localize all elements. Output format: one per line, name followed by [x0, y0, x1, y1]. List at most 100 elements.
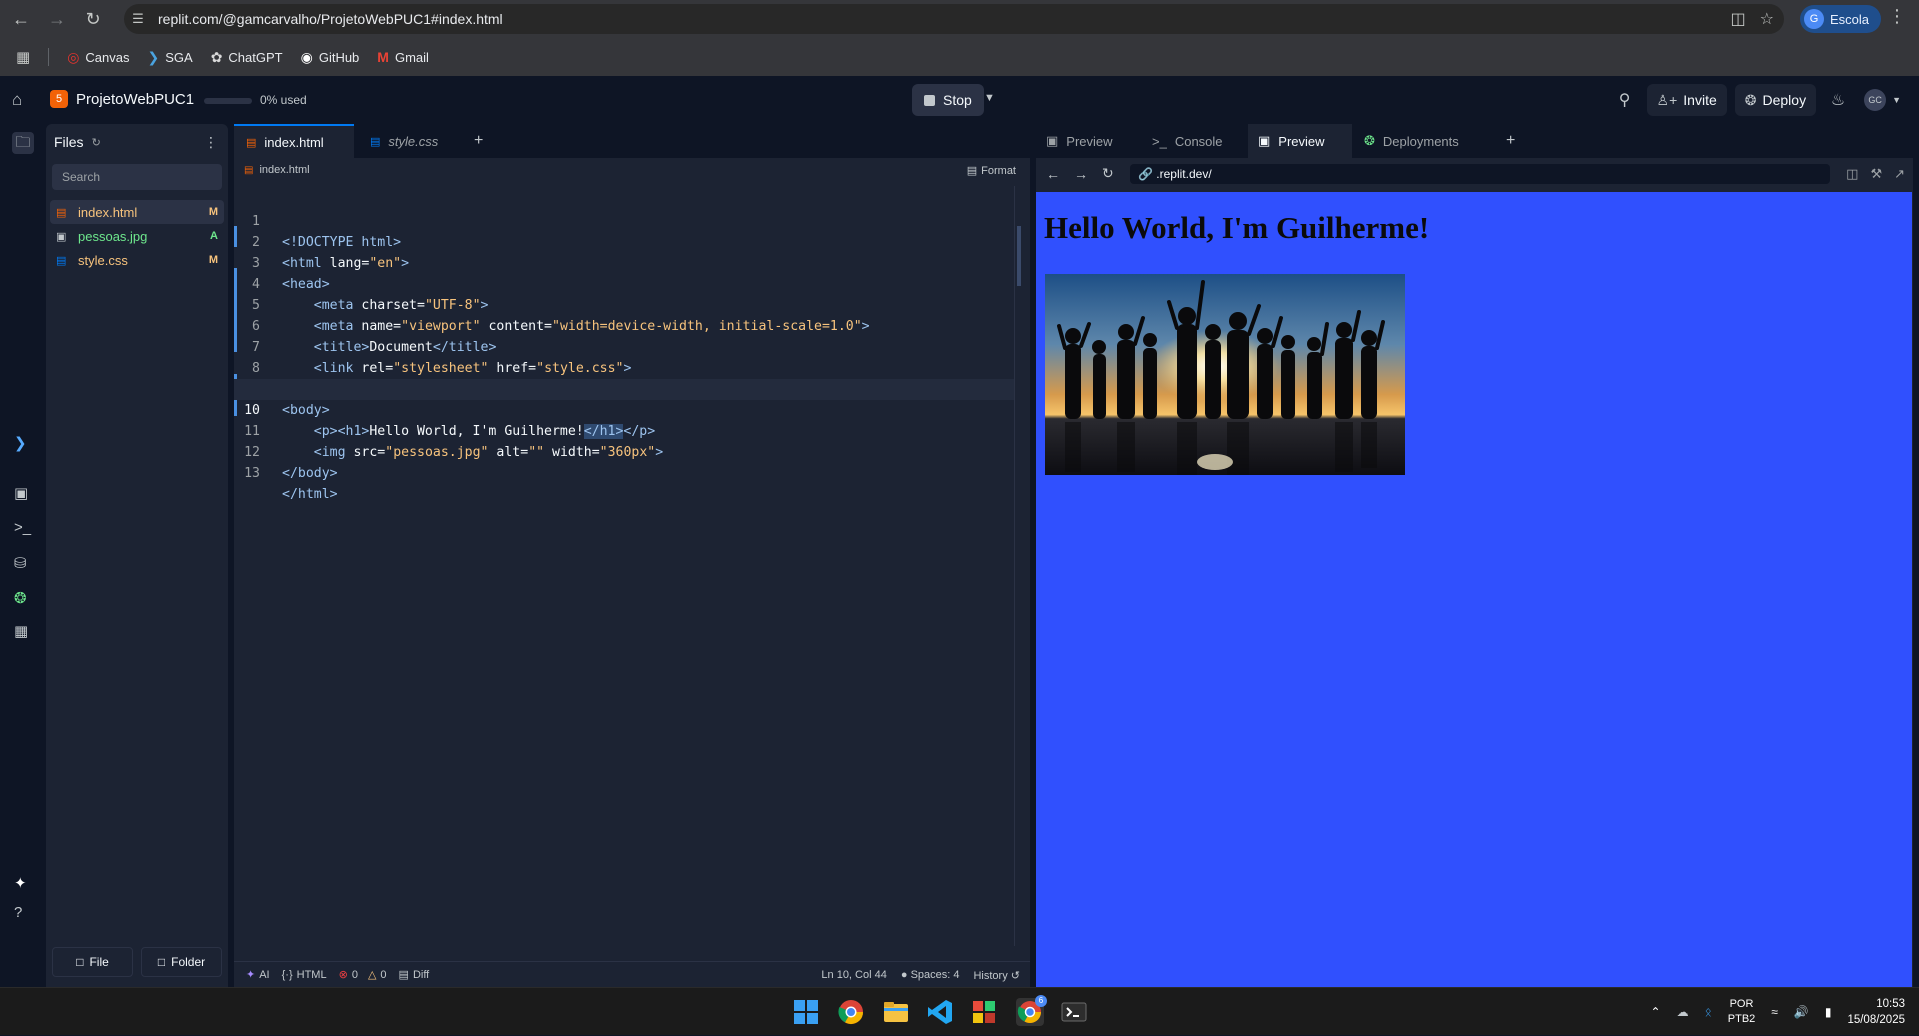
preview-viewport[interactable]: Hello World, I'm Guilherme!	[1036, 192, 1912, 987]
devices-icon[interactable]: ◫	[1846, 166, 1858, 182]
user-menu[interactable]: GC ▼	[1860, 84, 1905, 116]
history-button[interactable]: History ↺	[973, 969, 1020, 982]
bookmark-github[interactable]: ◉ GitHub	[301, 49, 360, 66]
new-file-button[interactable]: □ File	[52, 947, 133, 977]
monitor-icon: ▣	[1046, 133, 1059, 148]
people-silhouette-image	[1045, 274, 1405, 475]
bookmark-gmail[interactable]: M Gmail	[377, 49, 429, 65]
deployments-icon[interactable]: ❂	[14, 589, 27, 607]
app-grid-icon[interactable]	[970, 998, 998, 1026]
file-item-pessoas-jpg[interactable]: ▣ pessoas.jpg A	[50, 224, 224, 248]
ai-status[interactable]: ✦ AI	[246, 968, 270, 982]
cursor-position[interactable]: Ln 10, Col 44	[821, 969, 886, 981]
home-icon[interactable]: ⌂	[12, 90, 22, 110]
browser-chrome: ← → ↻ ☰ replit.com/@gamcarvalho/ProjetoW…	[0, 0, 1919, 76]
back-icon[interactable]: ←	[1046, 166, 1060, 182]
git-icon[interactable]: ❯	[14, 434, 27, 452]
tab-deployments[interactable]: ❂ Deployments	[1354, 124, 1494, 158]
status-right: Ln 10, Col 44 ● Spaces: 4 History ↺	[821, 962, 1020, 988]
chrome-icon[interactable]	[837, 998, 865, 1026]
chevron-down-icon[interactable]: ▼	[984, 92, 995, 104]
bookmark-sga[interactable]: ❯ SGA	[147, 49, 192, 66]
files-search-input[interactable]: Search	[52, 164, 222, 190]
devtools-icon[interactable]: ⚒	[1870, 166, 1882, 182]
bell-icon[interactable]: ♨	[1824, 90, 1852, 110]
database-icon[interactable]: ⛁	[14, 554, 27, 572]
chrome-profile-icon[interactable]: 6	[1016, 995, 1047, 1026]
code-editor[interactable]: 1 <!DOCTYPE html> 2 <html lang="en"> 3 <…	[234, 186, 1016, 946]
stop-icon	[924, 94, 935, 106]
tab-index-html[interactable]: ▤ index.html	[234, 124, 354, 158]
windows-start-icon[interactable]	[792, 998, 820, 1026]
battery-icon[interactable]: ▮	[1825, 1005, 1832, 1019]
format-button[interactable]: ▤ Format	[967, 164, 1016, 178]
help-icon[interactable]: ?	[14, 904, 22, 921]
preview-url-input[interactable]: 🔗 .replit.dev/	[1130, 164, 1830, 184]
html-file-icon: ▤	[244, 164, 254, 176]
search-icon[interactable]: ⚲	[1611, 90, 1639, 110]
code-line: 12 </body>	[244, 445, 338, 481]
new-tab-button[interactable]: +	[1496, 124, 1525, 158]
scrollbar[interactable]	[1014, 186, 1024, 946]
bookmark-star-icon[interactable]: ☆	[1760, 9, 1774, 29]
reload-icon[interactable]: ↻	[1102, 165, 1114, 182]
scrollbar-thumb[interactable]	[1017, 226, 1021, 286]
chevron-down-icon: ▼	[1892, 95, 1901, 105]
chrome-badge: 6	[1035, 995, 1047, 1007]
install-app-icon[interactable]: ◫	[1731, 9, 1746, 29]
forward-icon[interactable]: →	[42, 4, 72, 34]
header-actions: ⚲ ♙+ Invite ❂ Deploy ♨ GC ▼	[1611, 84, 1905, 116]
new-tab-button[interactable]: +	[462, 124, 495, 158]
error-icon: ⊗	[338, 969, 348, 981]
apps-grid-icon[interactable]: ▦	[16, 48, 30, 66]
code-line: 7 <link rel="stylesheet" href="style.css…	[252, 340, 632, 376]
url-bar[interactable]: ☰ replit.com/@gamcarvalho/ProjetoWebPUC1…	[124, 4, 1784, 34]
bookmark-canvas[interactable]: ◎ Canvas	[67, 49, 129, 66]
reload-icon[interactable]: ↻	[78, 4, 108, 34]
file-explorer-icon[interactable]	[882, 998, 910, 1026]
editor-status-bar: ✦ AI {·} HTML ⊗ 0 △ 0 ▤ Diff Ln 10, Col …	[234, 961, 1030, 987]
vscode-icon[interactable]	[926, 998, 954, 1026]
terminal-app-icon[interactable]	[1060, 998, 1088, 1026]
profile-button[interactable]: G Escola	[1800, 5, 1882, 33]
new-folder-button[interactable]: □ Folder	[141, 947, 222, 977]
bookmark-chatgpt[interactable]: ✿ ChatGPT	[211, 49, 283, 66]
forward-icon[interactable]: →	[1074, 166, 1088, 182]
sync-icon: ↻	[91, 136, 101, 149]
open-new-tab-icon[interactable]: ↗	[1894, 166, 1905, 182]
monitor-icon[interactable]: ▣	[14, 484, 28, 502]
url-text[interactable]: replit.com/@gamcarvalho/ProjetoWebPUC1#i…	[158, 11, 503, 27]
chevron-up-icon[interactable]: ⌃	[1651, 1005, 1661, 1019]
tab-preview-1[interactable]: ▣ Preview	[1036, 124, 1140, 158]
files-icon[interactable]: 🗀	[12, 132, 34, 154]
sparkle-icon[interactable]: ✦	[14, 874, 27, 892]
diff-status[interactable]: ▤ Diff	[399, 968, 430, 982]
tab-style-css[interactable]: ▤ style.css	[358, 124, 458, 158]
browser-menu-icon[interactable]: ⋮	[1888, 6, 1906, 27]
deploy-button[interactable]: ❂ Deploy	[1734, 84, 1817, 116]
files-bottom-actions: □ File □ Folder	[52, 947, 222, 977]
onedrive-icon[interactable]: ☁	[1677, 1005, 1689, 1019]
volume-icon[interactable]: 🔊	[1794, 1005, 1809, 1019]
bluetooth-icon[interactable]: ᛟ	[1705, 1005, 1712, 1019]
indent-setting[interactable]: ● Spaces: 4	[901, 969, 960, 981]
stop-button[interactable]: Stop	[912, 84, 984, 116]
clock[interactable]: 10:53 15/08/2025	[1847, 996, 1905, 1028]
tab-preview-2[interactable]: ▣ Preview	[1248, 124, 1352, 158]
file-item-index-html[interactable]: ▤ index.html M	[50, 200, 224, 224]
tab-console[interactable]: >_ Console	[1142, 124, 1246, 158]
all-tools-icon[interactable]: ▦	[14, 622, 28, 640]
project-name[interactable]: ProjetoWebPUC1	[76, 91, 194, 108]
kebab-menu-icon[interactable]: ⋮	[204, 134, 218, 151]
file-item-style-css[interactable]: ▤ style.css M	[50, 248, 224, 272]
problems-status[interactable]: ⊗ 0 △ 0	[338, 968, 387, 982]
site-settings-icon[interactable]: ☰	[124, 11, 152, 27]
preview-actions: ◫ ⚒ ↗	[1846, 166, 1905, 182]
back-icon[interactable]: ←	[6, 4, 36, 34]
language-status[interactable]: {·} HTML	[282, 969, 327, 981]
terminal-icon[interactable]: >_	[14, 519, 31, 536]
code-line: 13 </html>	[244, 466, 338, 502]
language-indicator[interactable]: POR PTB2	[1728, 997, 1756, 1027]
wifi-icon[interactable]: ≈	[1771, 1005, 1778, 1019]
invite-button[interactable]: ♙+ Invite	[1646, 84, 1727, 116]
